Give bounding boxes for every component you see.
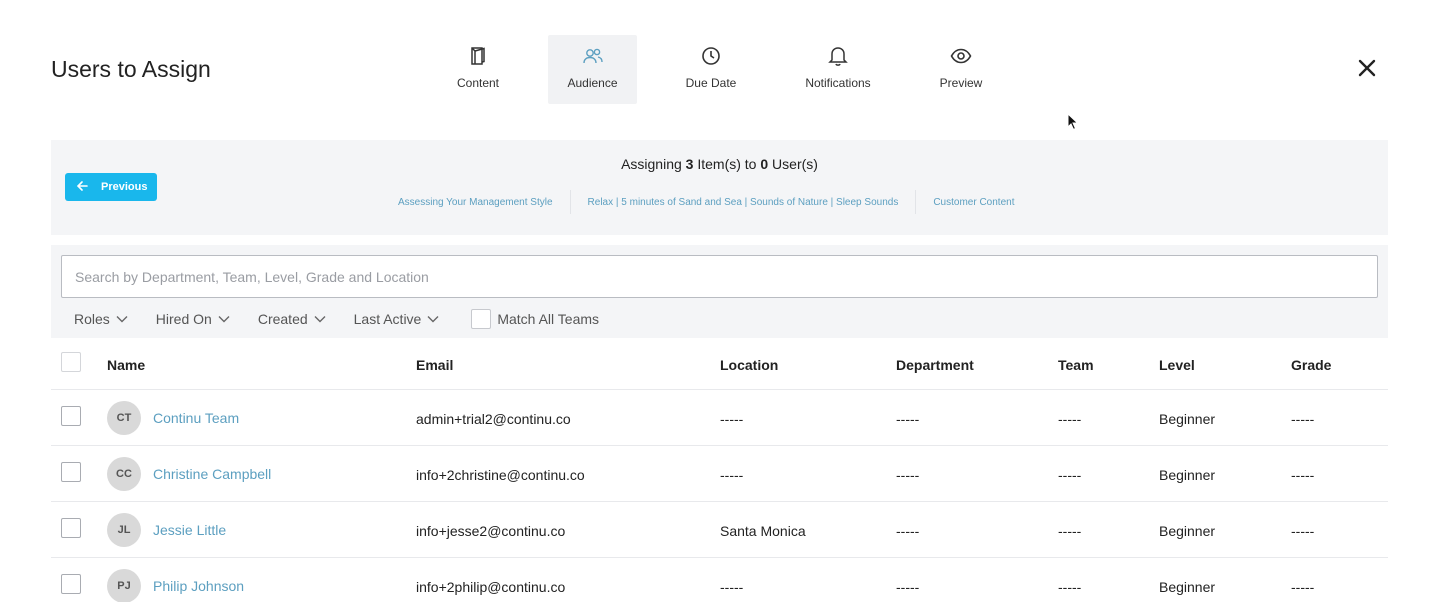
cell-location: ----- — [720, 467, 744, 483]
close-button[interactable] — [1355, 56, 1379, 80]
filter-bar: Roles Hired On Created Last Active Match… — [74, 309, 599, 329]
chevron-down-icon — [116, 316, 128, 323]
bell-icon — [827, 45, 849, 67]
cell-location: ----- — [720, 411, 744, 427]
eye-icon — [950, 45, 972, 67]
cell-email: admin+trial2@continu.co — [416, 411, 571, 427]
cell-level: Beginner — [1159, 467, 1216, 483]
filter-hired-on[interactable]: Hired On — [156, 311, 230, 327]
cell-level: Beginner — [1159, 579, 1216, 595]
cell-team: ----- — [1058, 579, 1082, 595]
cell-grade: ----- — [1291, 579, 1315, 595]
chevron-down-icon — [218, 316, 230, 323]
cell-department: ----- — [896, 523, 920, 539]
user-name-link[interactable]: Christine Campbell — [153, 466, 271, 482]
filter-roles[interactable]: Roles — [74, 311, 128, 327]
assign-summary: Assigning 3 Item(s) to 0 User(s) — [621, 156, 818, 172]
avatar: JL — [107, 513, 141, 547]
book-icon — [467, 45, 489, 67]
step-tabs: Content Audience Due Date Notifications … — [0, 35, 1438, 105]
tab-label: Preview — [939, 76, 983, 90]
mouse-cursor-icon — [1067, 112, 1079, 131]
cell-team: ----- — [1058, 411, 1082, 427]
table-row: PJ Philip Johnson info+2philip@continu.c… — [51, 558, 1388, 602]
cell-level: Beginner — [1159, 411, 1216, 427]
clock-icon — [700, 45, 722, 67]
assigned-items: Assessing Your Management Style Relax | … — [381, 190, 1031, 214]
table-row: JL Jessie Little info+jesse2@continu.co … — [51, 502, 1388, 558]
tab-content[interactable]: Content — [445, 35, 511, 104]
user-count: 0 — [760, 156, 769, 172]
cell-email: info+jesse2@continu.co — [416, 523, 566, 539]
row-checkbox[interactable] — [61, 406, 81, 426]
assigned-item[interactable]: Assessing Your Management Style — [381, 190, 571, 214]
chevron-down-icon — [427, 316, 439, 323]
cell-grade: ----- — [1291, 411, 1315, 427]
previous-button[interactable]: Previous — [65, 173, 157, 201]
search-input[interactable] — [61, 255, 1378, 298]
row-checkbox[interactable] — [61, 518, 81, 538]
filter-panel: Roles Hired On Created Last Active Match… — [51, 245, 1388, 338]
avatar: PJ — [107, 569, 141, 602]
cell-email: info+2christine@continu.co — [416, 467, 585, 483]
table-row: CT Continu Team admin+trial2@continu.co … — [51, 390, 1388, 446]
user-name-link[interactable]: Philip Johnson — [153, 578, 244, 594]
tab-label: Notifications — [805, 76, 871, 90]
cell-department: ----- — [896, 411, 920, 427]
column-header-email[interactable]: Email — [416, 357, 453, 373]
cell-grade: ----- — [1291, 523, 1315, 539]
item-count: 3 — [685, 156, 694, 172]
tab-preview[interactable]: Preview — [930, 35, 992, 104]
tab-due-date[interactable]: Due Date — [675, 35, 747, 104]
tab-notifications[interactable]: Notifications — [800, 35, 876, 104]
column-header-name[interactable]: Name — [107, 357, 145, 373]
cell-team: ----- — [1058, 523, 1082, 539]
column-header-team[interactable]: Team — [1058, 357, 1094, 373]
cell-grade: ----- — [1291, 467, 1315, 483]
assign-summary-panel: Assigning 3 Item(s) to 0 User(s) Previou… — [51, 140, 1388, 235]
column-header-location[interactable]: Location — [720, 357, 778, 373]
users-table: Name Email Location Department Team Leve… — [51, 338, 1388, 602]
column-header-grade[interactable]: Grade — [1291, 357, 1331, 373]
assigned-item[interactable]: Relax | 5 minutes of Sand and Sea | Soun… — [571, 190, 917, 214]
row-checkbox[interactable] — [61, 462, 81, 482]
cell-department: ----- — [896, 467, 920, 483]
avatar: CT — [107, 401, 141, 435]
row-checkbox[interactable] — [61, 574, 81, 594]
user-name-link[interactable]: Continu Team — [153, 410, 239, 426]
previous-label: Previous — [101, 181, 148, 193]
chevron-down-icon — [314, 316, 326, 323]
cell-department: ----- — [896, 579, 920, 595]
user-name-link[interactable]: Jessie Little — [153, 522, 226, 538]
table-header: Name Email Location Department Team Leve… — [51, 338, 1388, 390]
cell-email: info+2philip@continu.co — [416, 579, 566, 595]
tab-label: Due Date — [685, 76, 737, 90]
cell-level: Beginner — [1159, 523, 1216, 539]
column-header-level[interactable]: Level — [1159, 357, 1195, 373]
close-icon — [1355, 59, 1379, 84]
filter-created[interactable]: Created — [258, 311, 326, 327]
select-all-checkbox[interactable] — [61, 352, 81, 372]
cell-location: Santa Monica — [720, 523, 806, 539]
assigned-item[interactable]: Customer Content — [916, 190, 1031, 214]
tab-audience[interactable]: Audience — [548, 35, 637, 104]
tab-label: Content — [456, 76, 500, 90]
cell-team: ----- — [1058, 467, 1082, 483]
match-all-teams-checkbox[interactable]: Match All Teams — [471, 309, 599, 329]
column-header-department[interactable]: Department — [896, 357, 974, 373]
tab-label: Audience — [567, 76, 618, 90]
cell-location: ----- — [720, 579, 744, 595]
avatar: CC — [107, 457, 141, 491]
filter-last-active[interactable]: Last Active — [354, 311, 440, 327]
table-row: CC Christine Campbell info+2christine@co… — [51, 446, 1388, 502]
arrow-left-icon — [76, 180, 88, 194]
checkbox[interactable] — [471, 309, 492, 329]
users-icon — [582, 45, 604, 67]
